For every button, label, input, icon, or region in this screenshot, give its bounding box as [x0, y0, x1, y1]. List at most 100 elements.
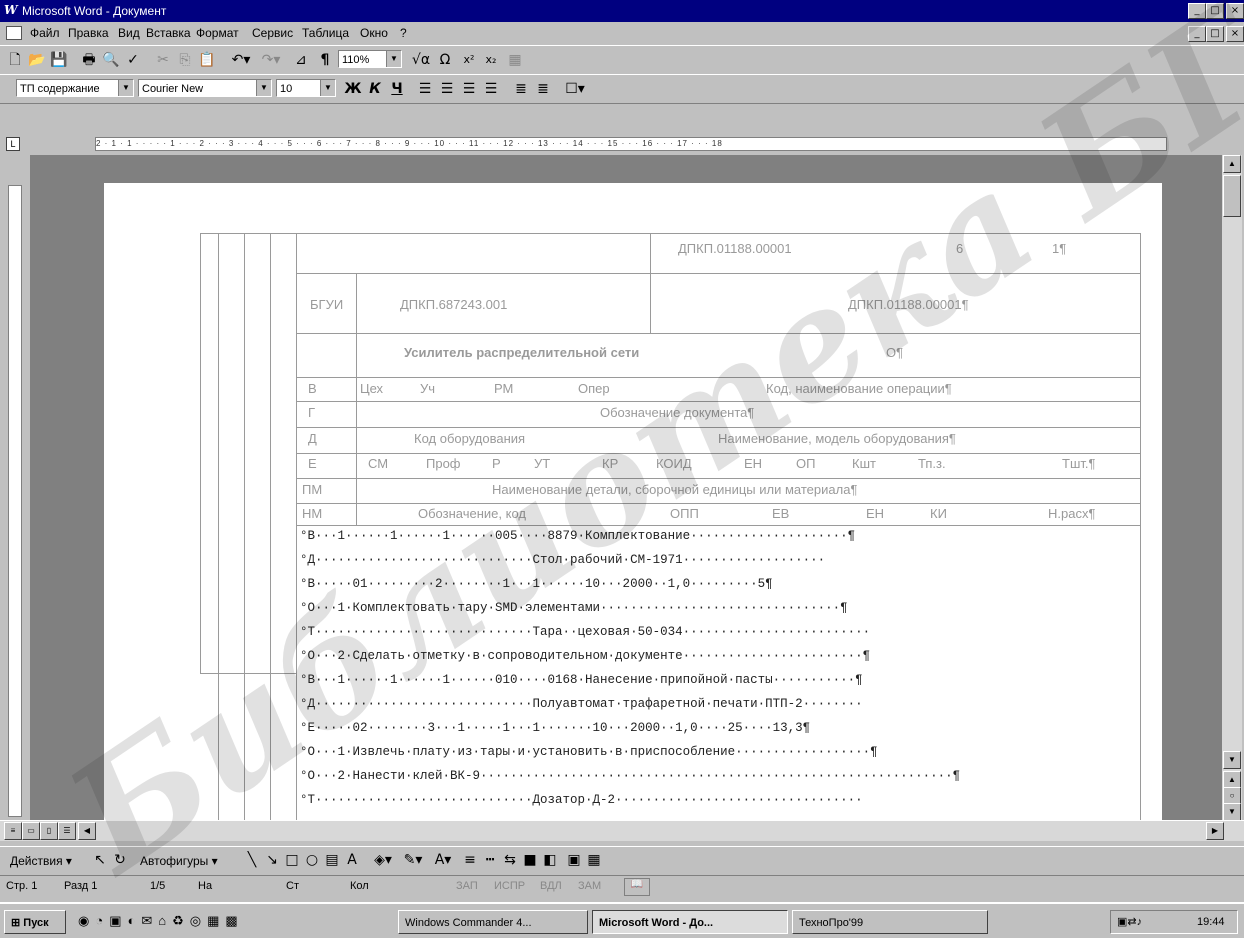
tray-icons[interactable]: ▣⇄♪	[1117, 915, 1142, 928]
scroll-down-icon[interactable]: ▼	[1223, 751, 1241, 769]
maximize-button[interactable]: □	[1206, 3, 1224, 19]
web-view-icon[interactable]: ▭	[22, 822, 40, 840]
content-line[interactable]: °О···1·Комплектовать·тару·SMD·элементами…	[300, 601, 848, 615]
subscript-icon[interactable]: x₂	[482, 50, 500, 70]
menu-help[interactable]: ?	[400, 26, 407, 40]
line-style-icon[interactable]: ≡	[462, 850, 478, 870]
task-microsoft-word[interactable]: Microsoft Word - До...	[592, 910, 788, 934]
quick-launch-icons[interactable]: ◉◔▣◐✉⌂♻◎▦▩	[78, 913, 244, 929]
redo-icon[interactable]: ↷▾	[258, 50, 284, 70]
doc-minimize-button[interactable]: _	[1188, 26, 1206, 42]
print-preview-icon[interactable]: 🔍	[102, 50, 120, 70]
menu-insert[interactable]: Вставка	[146, 26, 191, 40]
scroll-right-icon[interactable]: ▶	[1206, 822, 1224, 840]
table-insert-icon[interactable]: ▦	[506, 50, 524, 70]
normal-view-icon[interactable]: ≡	[4, 822, 22, 840]
tab-selector-icon[interactable]: L	[6, 137, 20, 151]
content-line[interactable]: °Е·····02········3···1·····1···1·······1…	[300, 721, 810, 735]
numbering-icon[interactable]: ≣	[512, 79, 530, 99]
special-char-icon[interactable]: Ω	[436, 50, 454, 70]
menu-table[interactable]: Таблица	[302, 26, 349, 40]
content-line[interactable]: °В·····01·········2········1···1······10…	[300, 577, 773, 591]
vertical-scrollbar[interactable]: ▲ ▼ ▲ ○ ▼	[1222, 155, 1242, 821]
open-folder-icon[interactable]: 📂	[28, 50, 46, 70]
zoom-select[interactable]: 110% ▼	[338, 50, 402, 68]
bullets-icon[interactable]: ≣	[534, 79, 552, 99]
free-rotate-icon[interactable]: ↻	[112, 850, 128, 870]
justify-icon[interactable]: ☰	[482, 79, 500, 99]
font-color-icon[interactable]: A▾	[430, 850, 456, 870]
scroll-thumb[interactable]	[1223, 175, 1241, 217]
spelling-status-icon[interactable]: 📖	[624, 878, 650, 896]
autoshapes-menu[interactable]: Автофигуры ▾	[140, 854, 218, 868]
doc-restore-button[interactable]: □	[1206, 26, 1224, 42]
line-color-icon[interactable]: ✎▾	[400, 850, 426, 870]
wordart-icon[interactable]: A	[344, 850, 360, 870]
status-trk[interactable]: ИСПР	[494, 880, 525, 892]
align-center-icon[interactable]: ☰	[438, 79, 456, 99]
fill-color-icon[interactable]: ◈▾	[370, 850, 396, 870]
grid-icon[interactable]: ▦	[586, 850, 602, 870]
vertical-ruler[interactable]	[4, 155, 26, 820]
drawing-toggle-icon[interactable]: ⊿	[292, 50, 310, 70]
arrow-icon[interactable]: ↘	[264, 850, 280, 870]
minimize-button[interactable]: _	[1188, 3, 1206, 19]
show-marks-icon[interactable]: ¶	[316, 50, 334, 70]
copy-icon[interactable]: ⎘	[176, 50, 194, 70]
bold-button[interactable]: Ж	[344, 79, 362, 99]
menu-view[interactable]: Вид	[118, 26, 140, 40]
oval-icon[interactable]: ○	[304, 850, 320, 870]
underline-button[interactable]: Ч	[388, 79, 406, 99]
print-icon[interactable]: 🖶	[80, 50, 98, 70]
page-view-icon[interactable]: ▯	[40, 822, 58, 840]
menu-format[interactable]: Формат	[196, 26, 239, 40]
font-size-select[interactable]: 10 ▼	[276, 79, 336, 97]
font-select[interactable]: Courier New ▼	[138, 79, 272, 97]
italic-button[interactable]: К	[366, 79, 384, 99]
arrow-style-icon[interactable]: ⇆	[502, 850, 518, 870]
line-icon[interactable]: ╲	[244, 850, 260, 870]
style-select[interactable]: ТП содержание ▼	[16, 79, 134, 97]
content-line[interactable]: °Д·····························Стол·рабо…	[300, 553, 825, 567]
cut-icon[interactable]: ✂	[154, 50, 172, 70]
outline-view-icon[interactable]: ☰	[58, 822, 76, 840]
shadow-icon[interactable]: ■	[522, 850, 538, 870]
content-line[interactable]: °В···1······1······1······005····8879·Ко…	[300, 529, 855, 543]
content-line[interactable]: °Д·····························Полуавтом…	[300, 697, 863, 711]
equation-icon[interactable]: √α	[410, 50, 432, 70]
start-button[interactable]: ⊞ Пуск	[4, 910, 66, 934]
document-icon[interactable]	[6, 26, 22, 40]
content-line[interactable]: °Т·····························Тара··цех…	[300, 625, 870, 639]
next-page-icon[interactable]: ▼	[1223, 803, 1241, 821]
select-objects-icon[interactable]: ↖	[92, 850, 108, 870]
spelling-icon[interactable]: ✓	[124, 50, 142, 70]
content-line[interactable]: °О···2·Сделать·отметку·в·сопроводительно…	[300, 649, 870, 663]
align-right-icon[interactable]: ☰	[460, 79, 478, 99]
horizontal-ruler[interactable]: L 2 · 1 · 1 · · · · · 1 · · · 2 · · · 3 …	[0, 131, 1244, 155]
paste-icon[interactable]: 📋	[198, 50, 216, 70]
status-ovr[interactable]: ЗАМ	[578, 880, 601, 892]
picture-icon[interactable]: ▣	[566, 850, 582, 870]
3d-icon[interactable]: ◧	[542, 850, 558, 870]
status-rec[interactable]: ЗАП	[456, 880, 478, 892]
undo-icon[interactable]: ↶▾	[228, 50, 254, 70]
status-ext[interactable]: ВДЛ	[540, 880, 562, 892]
rectangle-icon[interactable]: □	[284, 850, 300, 870]
superscript-icon[interactable]: x²	[460, 50, 478, 70]
content-line[interactable]: °О···2·Нанести·клей·ВК-9················…	[300, 769, 960, 783]
save-icon[interactable]: 💾	[50, 50, 68, 70]
content-line[interactable]: °В···1······1······1······010····0168·На…	[300, 673, 863, 687]
menu-tools[interactable]: Сервис	[252, 26, 293, 40]
close-button[interactable]: ×	[1226, 3, 1244, 19]
content-line[interactable]: °О···1·Извлечь·плату·из·тары·и·установит…	[300, 745, 878, 759]
menu-edit[interactable]: Правка	[68, 26, 109, 40]
doc-close-button[interactable]: ×	[1226, 26, 1244, 42]
new-doc-icon[interactable]: 🗋	[6, 50, 24, 70]
scroll-up-icon[interactable]: ▲	[1223, 155, 1241, 173]
draw-actions-menu[interactable]: Действия ▾	[10, 854, 72, 868]
horizontal-scrollbar[interactable]: ≡ ▭ ▯ ☰ ◀ ▶	[0, 820, 1244, 841]
menu-file[interactable]: Файл	[30, 26, 60, 40]
align-left-icon[interactable]: ☰	[416, 79, 434, 99]
task-windows-commander[interactable]: Windows Commander 4...	[398, 910, 588, 934]
menu-window[interactable]: Окно	[360, 26, 388, 40]
